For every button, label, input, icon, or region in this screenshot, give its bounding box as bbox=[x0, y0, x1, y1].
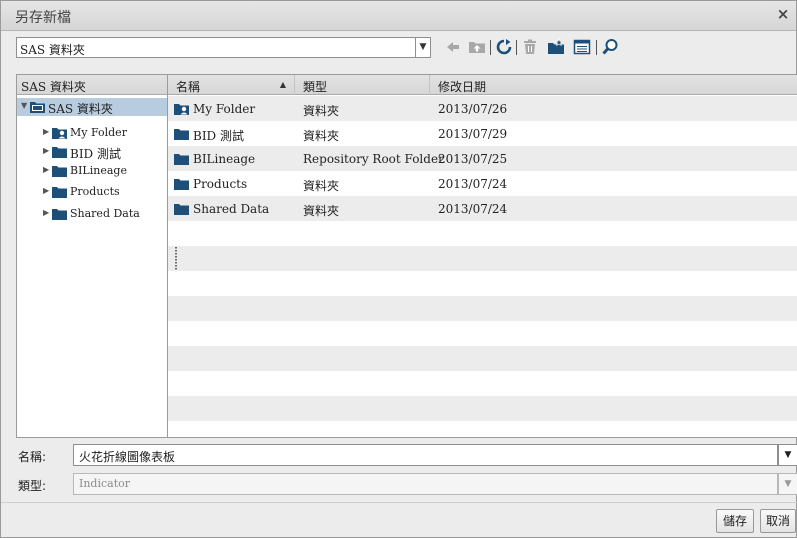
table-row[interactable]: Products 資料夾 2013/07/24 bbox=[168, 171, 797, 196]
folder-up-icon[interactable] bbox=[468, 38, 486, 56]
cell-modified: 2013/07/25 bbox=[438, 152, 508, 166]
cancel-button[interactable]: 取消 bbox=[760, 509, 796, 533]
empty-row bbox=[168, 346, 797, 371]
column-label: 名稱 bbox=[176, 80, 201, 94]
cell-name: BILineage bbox=[193, 152, 256, 166]
refresh-icon[interactable] bbox=[495, 38, 513, 56]
divider bbox=[1, 502, 797, 503]
file-list: 名稱 ▲ 類型 修改日期 My Folder 資料夾 2013/07/26 BI… bbox=[168, 74, 797, 438]
tree-item-bid-test[interactable]: ▶ BID 測試 bbox=[17, 143, 167, 162]
type-label: 類型: bbox=[18, 479, 47, 493]
table-row[interactable]: My Folder 資料夾 2013/07/26 bbox=[168, 96, 797, 121]
expanded-triangle-icon[interactable]: ▼ bbox=[21, 102, 29, 110]
folder-icon bbox=[174, 153, 189, 165]
cell-modified: 2013/07/26 bbox=[438, 102, 508, 116]
save-as-dialog: 另存新檔 × SAS 資料夾 ▼ SAS 資料夾 ▼ SAS 資料夾 ▶ My … bbox=[0, 0, 797, 538]
empty-row bbox=[168, 271, 797, 296]
cell-name: BID 測試 bbox=[193, 129, 244, 143]
tree-item-sas-folders[interactable]: ▼ SAS 資料夾 bbox=[17, 98, 167, 116]
view-details-icon[interactable] bbox=[573, 38, 591, 56]
user-folder-icon bbox=[174, 103, 189, 115]
column-header-name[interactable]: 名稱 ▲ bbox=[168, 75, 295, 95]
table-row[interactable]: Shared Data 資料夾 2013/07/24 bbox=[168, 196, 797, 221]
cell-type: Repository Root Folder bbox=[303, 152, 444, 166]
tree-label: Shared Data bbox=[70, 207, 140, 220]
empty-row bbox=[168, 421, 797, 437]
cell-type: 資料夾 bbox=[303, 179, 340, 193]
cell-name: My Folder bbox=[193, 102, 256, 116]
empty-row bbox=[168, 246, 797, 271]
search-icon[interactable] bbox=[601, 38, 619, 56]
table-row[interactable]: BILineage Repository Root Folder 2013/07… bbox=[168, 146, 797, 171]
type-select: Indicator bbox=[73, 473, 778, 495]
empty-row bbox=[168, 396, 797, 421]
folder-icon bbox=[174, 203, 189, 215]
tree-item-shared-data[interactable]: ▶ Shared Data bbox=[17, 205, 167, 223]
column-header-modified[interactable]: 修改日期 bbox=[430, 75, 797, 95]
name-label: 名稱: bbox=[18, 450, 47, 464]
tree-label: Products bbox=[70, 185, 120, 198]
cell-modified: 2013/07/24 bbox=[438, 202, 508, 216]
column-header-type[interactable]: 類型 bbox=[295, 75, 430, 95]
splitter-grip-icon[interactable] bbox=[175, 247, 177, 271]
folder-icon bbox=[174, 128, 189, 140]
dialog-title: 另存新檔 bbox=[15, 10, 71, 26]
folder-icon bbox=[52, 186, 67, 198]
tree-label: BID 測試 bbox=[70, 147, 121, 161]
cell-type: 資料夾 bbox=[303, 104, 340, 118]
empty-row bbox=[168, 321, 797, 346]
tree-item-products[interactable]: ▶ Products bbox=[17, 183, 167, 201]
tree-label: BILineage bbox=[70, 164, 127, 177]
chevron-down-icon: ▼ bbox=[778, 473, 797, 495]
empty-row bbox=[168, 371, 797, 396]
folder-icon bbox=[174, 178, 189, 190]
sort-ascending-icon: ▲ bbox=[279, 80, 286, 89]
cell-type: 資料夾 bbox=[303, 129, 340, 143]
cell-name: Products bbox=[193, 177, 248, 191]
new-folder-icon[interactable] bbox=[547, 38, 565, 56]
tree-label: SAS 資料夾 bbox=[48, 102, 113, 116]
file-list-header: 名稱 ▲ 類型 修改日期 bbox=[168, 75, 797, 95]
close-icon[interactable]: × bbox=[774, 5, 792, 23]
cell-type: 資料夾 bbox=[303, 204, 340, 218]
chevron-down-icon[interactable]: ▼ bbox=[778, 444, 797, 466]
tree-item-bilineage[interactable]: ▶ BILineage bbox=[17, 162, 167, 180]
chevron-down-icon[interactable]: ▼ bbox=[415, 37, 431, 58]
cell-name: Shared Data bbox=[193, 202, 270, 216]
collapsed-triangle-icon[interactable]: ▶ bbox=[43, 187, 51, 195]
collapsed-triangle-icon[interactable]: ▶ bbox=[43, 128, 51, 136]
folder-icon bbox=[52, 165, 67, 177]
collapsed-triangle-icon[interactable]: ▶ bbox=[43, 166, 51, 174]
save-button[interactable]: 儲存 bbox=[716, 509, 754, 533]
folder-root-icon bbox=[30, 101, 45, 113]
location-combobox[interactable]: SAS 資料夾 ▼ bbox=[16, 37, 431, 58]
user-folder-icon bbox=[52, 127, 67, 139]
tree-item-my-folder[interactable]: ▶ My Folder bbox=[17, 124, 167, 142]
tree-header: SAS 資料夾 bbox=[17, 75, 167, 95]
table-row[interactable]: BID 測試 資料夾 2013/07/29 bbox=[168, 121, 797, 146]
column-label: 修改日期 bbox=[438, 80, 487, 94]
back-arrow-icon[interactable] bbox=[444, 38, 462, 56]
location-value: SAS 資料夾 bbox=[20, 43, 85, 57]
name-input[interactable]: 火花折線圖像表板 bbox=[73, 444, 778, 466]
collapsed-triangle-icon[interactable]: ▶ bbox=[43, 147, 51, 155]
delete-icon[interactable] bbox=[521, 38, 539, 56]
column-label: 類型 bbox=[303, 80, 328, 94]
collapsed-triangle-icon[interactable]: ▶ bbox=[43, 209, 51, 217]
folder-icon bbox=[52, 208, 67, 220]
empty-row bbox=[168, 221, 797, 246]
cell-modified: 2013/07/29 bbox=[438, 127, 508, 141]
folder-icon bbox=[52, 146, 67, 158]
tree-label: My Folder bbox=[70, 126, 127, 139]
cell-modified: 2013/07/24 bbox=[438, 177, 508, 191]
empty-row bbox=[168, 296, 797, 321]
title-bar: 另存新檔 × bbox=[1, 1, 796, 31]
folder-tree: SAS 資料夾 ▼ SAS 資料夾 ▶ My Folder ▶ BID 測試 ▶ bbox=[16, 74, 168, 438]
